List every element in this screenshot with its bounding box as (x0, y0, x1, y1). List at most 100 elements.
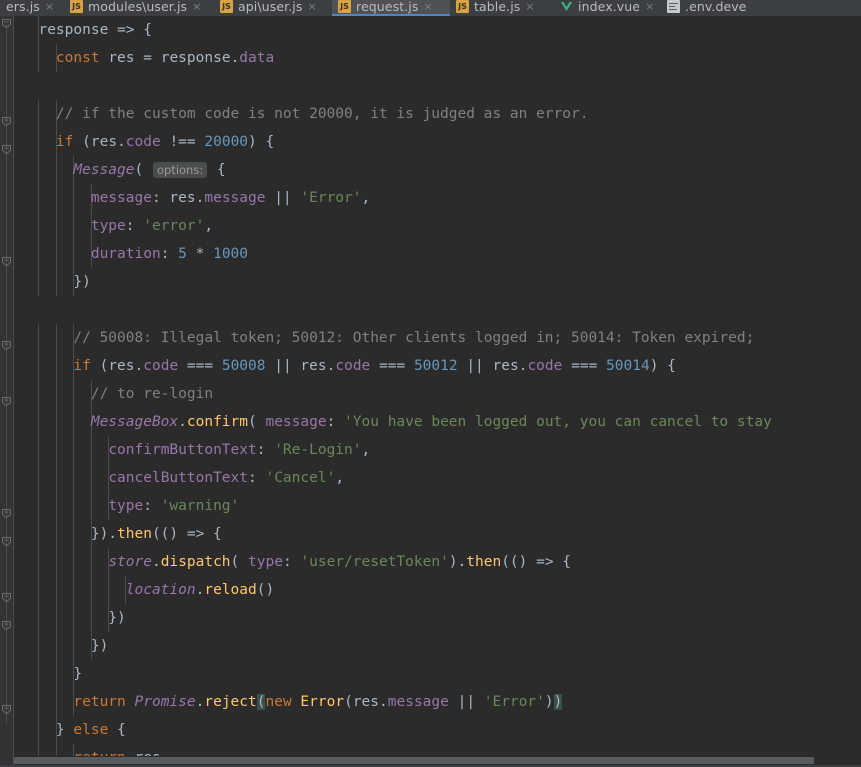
close-icon[interactable]: × (45, 0, 54, 13)
code-token: duration (90, 246, 161, 262)
code-line[interactable]: location.reload() (14, 576, 861, 604)
code-line[interactable]: }) (14, 632, 861, 660)
horizontal-scrollbar-thumb[interactable] (14, 757, 814, 764)
code-line[interactable]: } (14, 660, 861, 688)
code-line[interactable]: }) (14, 604, 861, 632)
code-line[interactable]: }) (14, 268, 861, 296)
code-line-text: } (21, 666, 83, 682)
code-line[interactable]: if (res.code === 50008 || res.code === 5… (14, 352, 861, 380)
code-line-text: return Promise.reject(new Error(res.mess… (73, 694, 563, 710)
numeric-literal: 50008 (221, 358, 266, 374)
editor-tab-request-js[interactable]: JS request.js × (332, 0, 450, 16)
numeric-literal: 50012 (413, 358, 458, 374)
code-line-text: location.reload() (125, 582, 275, 598)
editor-tab-index-vue[interactable]: index.vue × (554, 0, 661, 16)
code-fold-marker[interactable] (1, 704, 12, 715)
numeric-literal: 50014 (606, 358, 650, 374)
code-line[interactable]: Message( options: { (14, 156, 861, 184)
code-token: MessageBox (90, 414, 179, 430)
code-fold-marker[interactable] (1, 536, 12, 547)
code-token: res (169, 190, 196, 206)
code-line[interactable]: // 50008: Illegal token; 50012: Other cl… (14, 324, 861, 352)
horizontal-scrollbar-track[interactable] (14, 756, 861, 765)
code-fold-marker[interactable] (1, 340, 12, 351)
code-token: then (117, 526, 152, 542)
code-line-text: message: res.message || 'Error', (90, 190, 371, 206)
code-fold-marker[interactable] (1, 256, 12, 267)
code-fold-marker[interactable] (1, 508, 12, 519)
close-icon[interactable]: × (307, 0, 316, 13)
code-token: response (38, 22, 109, 38)
code-token: store (108, 554, 152, 570)
editor-tab-label: api\user.js (238, 0, 303, 14)
editor-gutter[interactable] (0, 16, 14, 767)
code-line[interactable]: return Promise.reject(new Error(res.mess… (14, 688, 861, 716)
js-file-icon: JS (456, 0, 469, 13)
editor-tab-bar[interactable]: JS ers.js × JS modules\user.js × JS api\user.js… (0, 0, 861, 16)
close-icon[interactable]: × (423, 0, 432, 13)
code-fold-marker[interactable] (1, 592, 12, 603)
code-line-text: cancelButtonText: 'Cancel', (108, 470, 345, 486)
code-token: message (90, 190, 152, 206)
js-file-icon: JS (70, 0, 83, 13)
code-token: return (73, 694, 126, 710)
code-line-text: Message( options: { (73, 162, 226, 178)
code-line[interactable]: store.dispatch( type: 'user/resetToken')… (14, 548, 861, 576)
editor-tab--env-deve[interactable]: .env.deve (661, 0, 761, 16)
code-line[interactable] (14, 296, 861, 324)
code-line[interactable] (14, 72, 861, 100)
code-fold-marker[interactable] (1, 18, 12, 29)
code-line-text: type: 'error', (90, 218, 214, 234)
code-line-text: store.dispatch( type: 'user/resetToken')… (108, 554, 572, 570)
editor-tab-label: index.vue (578, 0, 641, 14)
code-line[interactable]: }).then(() => { (14, 520, 861, 548)
code-fold-marker[interactable] (1, 144, 12, 155)
close-icon[interactable]: × (525, 0, 534, 13)
code-token: if (73, 358, 91, 374)
code-fold-marker[interactable] (1, 116, 12, 127)
editor-tab-api-user-js[interactable]: JS api\user.js × (214, 0, 332, 16)
code-editor[interactable]: response => { const res = response.data … (0, 16, 861, 767)
string-literal: 'error' (143, 218, 205, 234)
code-line[interactable]: MessageBox.confirm( message: 'You have b… (14, 408, 861, 436)
code-line[interactable]: } else { (14, 716, 861, 744)
code-fold-marker[interactable] (1, 620, 12, 631)
close-icon[interactable]: × (645, 0, 654, 13)
code-token: else (73, 722, 109, 738)
code-line-text: }) (21, 638, 109, 654)
editor-tab-ers-js[interactable]: JSers.js× (0, 0, 64, 16)
code-line[interactable]: const res = response.data (14, 44, 861, 72)
editor-tab-table-js[interactable]: JS table.js × (450, 0, 554, 16)
close-icon[interactable]: × (192, 0, 201, 13)
code-fold-marker[interactable] (1, 396, 12, 407)
code-token: Message (73, 162, 135, 178)
code-line[interactable]: confirmButtonText: 'Re-Login', (14, 436, 861, 464)
code-line[interactable]: if (res.code !== 20000) { (14, 128, 861, 156)
editor-tab-modules-user-js[interactable]: JS modules\user.js × (64, 0, 214, 16)
code-token: type (90, 218, 126, 234)
code-line-text: }).then(() => { (21, 526, 222, 542)
code-line-text: if (res.code !== 20000) { (55, 134, 275, 150)
code-token: confirmButtonText (108, 442, 257, 458)
code-line[interactable]: type: 'error', (14, 212, 861, 240)
code-token: message (387, 694, 449, 710)
code-line[interactable]: cancelButtonText: 'Cancel', (14, 464, 861, 492)
code-line[interactable]: response => { (14, 16, 861, 44)
editor-tab-label: request.js (356, 0, 419, 14)
code-line[interactable]: type: 'warning' (14, 492, 861, 520)
editor-tab-label: ers.js (6, 0, 40, 14)
editor-tab-label: table.js (474, 0, 521, 14)
code-line-text: response => { (38, 22, 152, 38)
code-line-text: duration: 5 * 1000 (90, 246, 249, 262)
code-token: res (352, 694, 380, 710)
code-content[interactable]: response => { const res = response.data … (14, 16, 861, 767)
code-token: message (204, 190, 266, 206)
code-token: code (527, 358, 563, 374)
code-token: cancelButtonText (108, 470, 248, 486)
code-line[interactable]: duration: 5 * 1000 (14, 240, 861, 268)
code-line[interactable]: message: res.message || 'Error', (14, 184, 861, 212)
code-line[interactable]: // to re-login (14, 380, 861, 408)
js-file-icon: JS (338, 0, 351, 13)
numeric-literal: 1000 (213, 246, 249, 262)
code-line[interactable]: // if the custom code is not 20000, it i… (14, 100, 861, 128)
